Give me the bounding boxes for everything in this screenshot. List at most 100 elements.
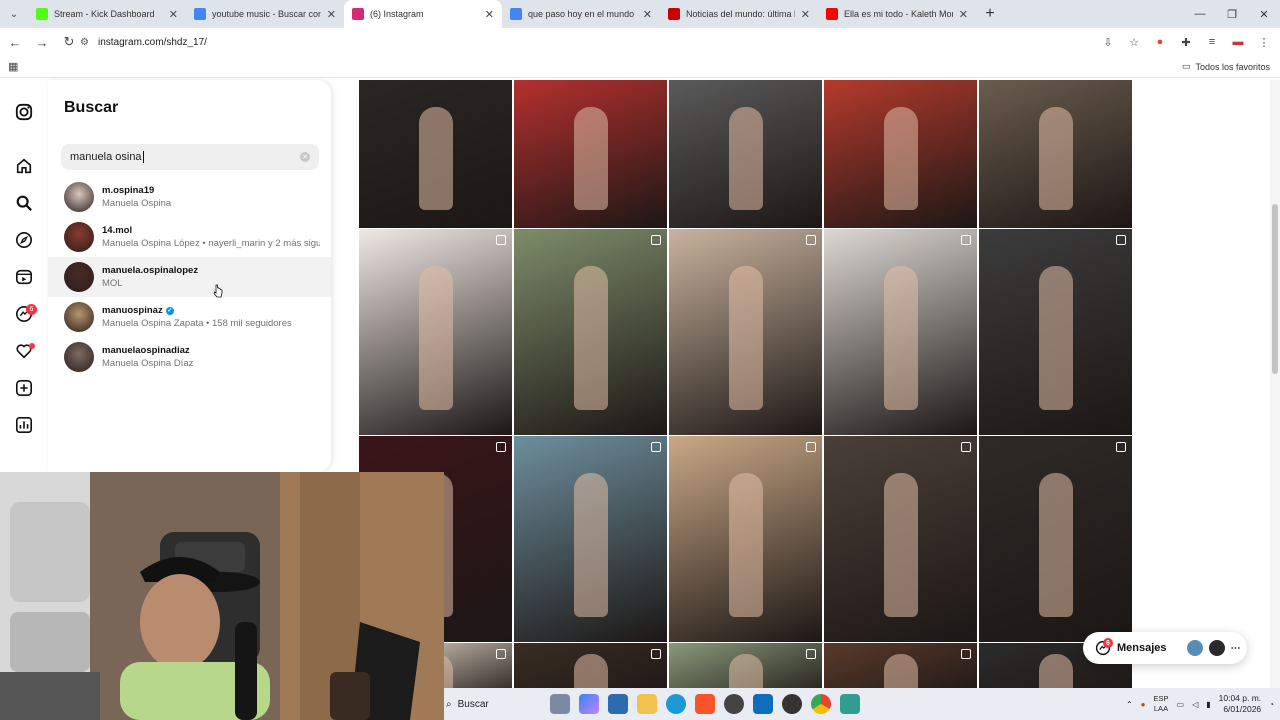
forward-icon[interactable]: → [30, 30, 54, 54]
result-avatar [64, 342, 94, 372]
all-bookmarks-folder[interactable]: ▭ Todos los favoritos [1182, 61, 1270, 72]
result-detail: Manuela Ospina [102, 198, 172, 209]
post-thumbnail[interactable] [824, 80, 977, 228]
browser-tab[interactable]: youtube music - Buscar con Go ✕ [186, 0, 344, 28]
install-app-icon[interactable]: ⇩ [1098, 36, 1118, 49]
browser-tab[interactable]: (6) Instagram ✕ [344, 0, 502, 28]
obs-app-icon[interactable] [782, 694, 802, 714]
post-thumbnail[interactable] [824, 643, 977, 688]
reload-icon[interactable]: ↻ [57, 30, 81, 54]
search-result-item[interactable]: m.ospina19 Manuela Ospina [48, 177, 331, 217]
chrome-browser-icon[interactable] [811, 694, 831, 714]
post-thumbnail[interactable] [359, 229, 512, 435]
post-thumbnail[interactable] [669, 643, 822, 688]
browser-tab[interactable]: Ella es mi todo - Kaleth Morale ✕ [818, 0, 976, 28]
result-username: m.ospina19 [102, 185, 155, 196]
post-thumbnail[interactable] [514, 436, 667, 642]
tab-search-icon[interactable]: ⌄ [0, 0, 28, 28]
search-icon[interactable] [14, 193, 34, 213]
explore-icon[interactable] [14, 230, 34, 250]
back-icon[interactable]: ← [3, 30, 27, 54]
restore-icon[interactable]: ❐ [1216, 0, 1248, 28]
browser-tab[interactable]: Stream - Kick Dashboard ✕ [28, 0, 186, 28]
minimize-icon[interactable]: — [1184, 0, 1216, 28]
post-thumbnail[interactable] [514, 643, 667, 688]
search-input[interactable]: manuela osina ✕ [61, 144, 319, 170]
notepad-app-icon[interactable] [840, 694, 860, 714]
carousel-indicator-icon [1116, 235, 1126, 245]
close-tab-icon[interactable]: ✕ [327, 8, 336, 21]
post-thumbnail[interactable] [979, 436, 1132, 642]
post-thumbnail[interactable] [979, 229, 1132, 435]
post-thumbnail[interactable] [669, 80, 822, 228]
search-result-item[interactable]: 14.mol Manuela Ospina López • nayerli_mar… [48, 217, 331, 257]
browser-tab[interactable]: que paso hoy en el mundo - Bu ✕ [502, 0, 660, 28]
menu-icon[interactable]: ⋮ [1254, 36, 1274, 49]
profile-icon[interactable]: ▬ [1228, 36, 1248, 48]
home-icon[interactable] [14, 156, 34, 176]
result-username: manuospinaz [102, 305, 163, 316]
copilot-app-icon[interactable] [579, 694, 599, 714]
messages-floating-button[interactable]: 6 Mensajes ⋯ [1083, 632, 1247, 664]
tab-favicon-icon [510, 8, 522, 20]
widgets-app-icon[interactable] [550, 694, 570, 714]
clear-search-icon[interactable]: ✕ [300, 152, 310, 162]
post-thumbnail[interactable] [669, 436, 822, 642]
microphone-icon[interactable]: ● [1141, 700, 1146, 709]
tab-title: Noticias del mundo: última hor [686, 9, 795, 19]
search-result-item[interactable]: manuospinaz ✓ Manuela Ospina Zapata • 158 … [48, 297, 331, 337]
browser-tab[interactable]: Noticias del mundo: última hor ✕ [660, 0, 818, 28]
volume-icon[interactable]: ◁ [1192, 700, 1198, 709]
site-info-icon[interactable]: ⚙ [80, 37, 98, 48]
taskbar-search[interactable]: ⌕ Buscar [444, 692, 544, 716]
instagram-logo-icon[interactable] [14, 102, 34, 122]
webcam-image [0, 472, 444, 720]
close-tab-icon[interactable]: ✕ [169, 8, 178, 21]
mail-app-icon[interactable] [753, 694, 773, 714]
reels-icon[interactable] [14, 267, 34, 287]
windows-taskbar: ⌕ Buscar ⌃ ● ESP LAA ▭ ◁ ▮ 10:04 p. m. 6/0… [444, 688, 1280, 720]
post-figure [418, 106, 453, 211]
search-result-item[interactable]: manuelaospinadiaz Manuela Ospina Díaz [48, 337, 331, 377]
search-results-list: m.ospina19 Manuela Ospina 14.mol Manuela Os… [48, 177, 331, 377]
carousel-indicator-icon [806, 649, 816, 659]
message-avatar-1 [1186, 640, 1203, 656]
show-hidden-icons[interactable]: ⌃ [1126, 700, 1133, 709]
app-icon[interactable] [724, 694, 744, 714]
network-icon[interactable]: ▭ [1177, 700, 1185, 709]
brave-browser-icon[interactable] [695, 694, 715, 714]
post-thumbnail[interactable] [824, 229, 977, 435]
media-control-icon[interactable]: ≡ [1202, 36, 1222, 48]
search-result-item[interactable]: manuela.ospinalopez MOL [48, 257, 331, 297]
bookmark-star-icon[interactable]: ☆ [1124, 36, 1144, 49]
address-bar[interactable]: ⚙ instagram.com/shdz_17/ [80, 30, 1140, 54]
post-thumbnail[interactable] [669, 229, 822, 435]
taskbar-clock[interactable]: 10:04 p. m. 6/01/2026 [1219, 693, 1262, 715]
file-explorer-icon[interactable] [637, 694, 657, 714]
close-tab-icon[interactable]: ✕ [801, 8, 810, 21]
notifications-bell-icon[interactable]: ◔ [1269, 700, 1274, 709]
extensions-puzzle-icon[interactable]: ✚ [1176, 36, 1196, 49]
new-tab-button[interactable]: + [976, 0, 1004, 28]
scrollbar-thumb[interactable] [1272, 204, 1278, 374]
close-tab-icon[interactable]: ✕ [485, 8, 494, 21]
carousel-indicator-icon [1116, 442, 1126, 452]
post-thumbnail[interactable] [979, 80, 1132, 228]
create-icon[interactable] [14, 378, 34, 398]
store-app-icon[interactable] [608, 694, 628, 714]
post-thumbnail[interactable] [359, 80, 512, 228]
input-language[interactable]: ESP LAA [1153, 694, 1168, 714]
edge-browser-icon[interactable] [666, 694, 686, 714]
page-scrollbar[interactable] [1270, 80, 1280, 688]
post-thumbnail[interactable] [514, 80, 667, 228]
close-window-icon[interactable]: ✕ [1248, 0, 1280, 28]
post-thumbnail[interactable] [514, 229, 667, 435]
extension-icon[interactable]: ● [1150, 36, 1170, 48]
battery-icon[interactable]: ▮ [1206, 700, 1210, 709]
close-tab-icon[interactable]: ✕ [959, 8, 968, 21]
browser-tab-bar: ⌄ Stream - Kick Dashboard ✕ youtube music … [0, 0, 1280, 28]
dashboard-icon[interactable] [14, 415, 34, 435]
close-tab-icon[interactable]: ✕ [643, 8, 652, 21]
post-thumbnail[interactable] [824, 436, 977, 642]
apps-grid-icon[interactable]: ▦ [8, 60, 18, 73]
